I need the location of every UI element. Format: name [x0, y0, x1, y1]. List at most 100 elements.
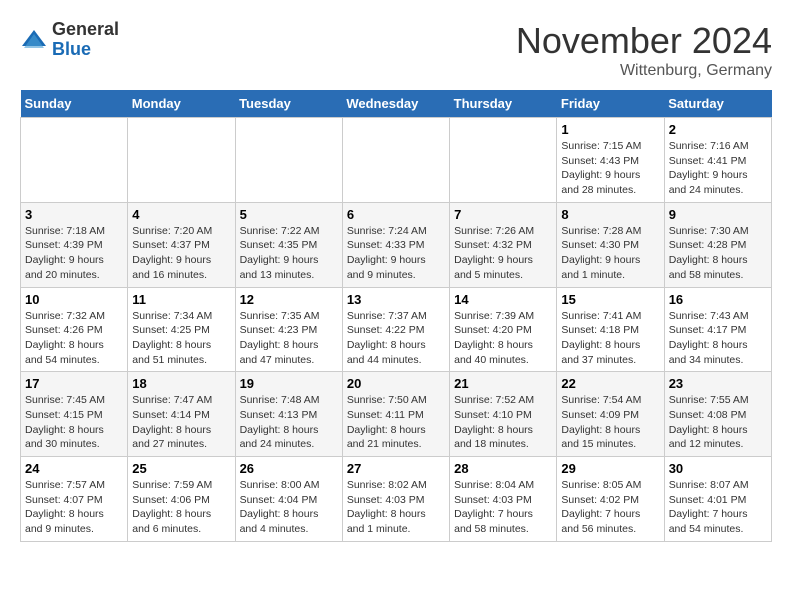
day-info: Sunrise: 7:30 AM Sunset: 4:28 PM Dayligh… — [669, 224, 767, 283]
day-number: 12 — [240, 292, 338, 307]
calendar-cell: 7Sunrise: 7:26 AM Sunset: 4:32 PM Daylig… — [450, 202, 557, 287]
day-number: 8 — [561, 207, 659, 222]
day-info: Sunrise: 7:15 AM Sunset: 4:43 PM Dayligh… — [561, 139, 659, 198]
day-info: Sunrise: 7:18 AM Sunset: 4:39 PM Dayligh… — [25, 224, 123, 283]
calendar-cell — [21, 118, 128, 203]
calendar-cell: 25Sunrise: 7:59 AM Sunset: 4:06 PM Dayli… — [128, 457, 235, 542]
day-number: 5 — [240, 207, 338, 222]
day-number: 22 — [561, 376, 659, 391]
page-header: General Blue November 2024 Wittenburg, G… — [20, 20, 772, 80]
day-info: Sunrise: 7:47 AM Sunset: 4:14 PM Dayligh… — [132, 393, 230, 452]
day-number: 14 — [454, 292, 552, 307]
calendar-cell: 11 Sunrise: 7:34 AM Sunset: 4:25 PM Dayli… — [128, 287, 235, 372]
day-number: 21 — [454, 376, 552, 391]
calendar-cell: 21 Sunrise: 7:52 AM Sunset: 4:10 PM Dayli… — [450, 372, 557, 457]
day-info: Sunrise: 7:35 AM Sunset: 4:23 PM Dayligh… — [240, 309, 338, 368]
calendar-week-1: 3 Sunrise: 7:18 AM Sunset: 4:39 PM Daylig… — [21, 202, 772, 287]
day-number: 27 — [347, 461, 445, 476]
day-number: 13 — [347, 292, 445, 307]
day-number: 29 — [561, 461, 659, 476]
calendar-header-row: SundayMondayTuesdayWednesdayThursdayFrid… — [21, 90, 772, 118]
day-info: Sunrise: 8:02 AM Sunset: 4:03 PM Dayligh… — [347, 478, 445, 537]
calendar-cell: 6Sunrise: 7:24 AM Sunset: 4:33 PM Daylig… — [342, 202, 449, 287]
day-info: Sunrise: 7:32 AM Sunset: 4:26 PM Dayligh… — [25, 309, 123, 368]
day-info: Sunrise: 7:41 AM Sunset: 4:18 PM Dayligh… — [561, 309, 659, 368]
day-number: 18 — [132, 376, 230, 391]
calendar-cell — [128, 118, 235, 203]
calendar-cell: 5Sunrise: 7:22 AM Sunset: 4:35 PM Daylig… — [235, 202, 342, 287]
calendar-cell: 12 Sunrise: 7:35 AM Sunset: 4:23 PM Dayli… — [235, 287, 342, 372]
day-info: Sunrise: 7:50 AM Sunset: 4:11 PM Dayligh… — [347, 393, 445, 452]
day-number: 3 — [25, 207, 123, 222]
calendar-cell: 24 Sunrise: 7:57 AM Sunset: 4:07 PM Dayli… — [21, 457, 128, 542]
calendar-cell: 9Sunrise: 7:30 AM Sunset: 4:28 PM Daylig… — [664, 202, 771, 287]
calendar-week-2: 10 Sunrise: 7:32 AM Sunset: 4:26 PM Dayli… — [21, 287, 772, 372]
calendar-body: 1 Sunrise: 7:15 AM Sunset: 4:43 PM Daylig… — [21, 118, 772, 542]
calendar-cell: 16 Sunrise: 7:43 AM Sunset: 4:17 PM Dayli… — [664, 287, 771, 372]
calendar-cell: 8 Sunrise: 7:28 AM Sunset: 4:30 PM Daylig… — [557, 202, 664, 287]
calendar-cell: 13 Sunrise: 7:37 AM Sunset: 4:22 PM Dayli… — [342, 287, 449, 372]
day-number: 20 — [347, 376, 445, 391]
logo-text: General Blue — [52, 20, 119, 60]
calendar-cell — [450, 118, 557, 203]
day-number: 1 — [561, 122, 659, 137]
day-info: Sunrise: 7:39 AM Sunset: 4:20 PM Dayligh… — [454, 309, 552, 368]
day-info: Sunrise: 7:45 AM Sunset: 4:15 PM Dayligh… — [25, 393, 123, 452]
day-number: 11 — [132, 292, 230, 307]
header-monday: Monday — [128, 90, 235, 118]
title-section: November 2024 Wittenburg, Germany — [516, 20, 772, 80]
location-title: Wittenburg, Germany — [516, 62, 772, 80]
day-info: Sunrise: 7:57 AM Sunset: 4:07 PM Dayligh… — [25, 478, 123, 537]
calendar-cell: 26 Sunrise: 8:00 AM Sunset: 4:04 PM Dayli… — [235, 457, 342, 542]
day-info: Sunrise: 7:28 AM Sunset: 4:30 PM Dayligh… — [561, 224, 659, 283]
day-number: 10 — [25, 292, 123, 307]
calendar-cell: 23Sunrise: 7:55 AM Sunset: 4:08 PM Dayli… — [664, 372, 771, 457]
header-saturday: Saturday — [664, 90, 771, 118]
day-number: 24 — [25, 461, 123, 476]
day-info: Sunrise: 8:05 AM Sunset: 4:02 PM Dayligh… — [561, 478, 659, 537]
day-number: 25 — [132, 461, 230, 476]
day-number: 6 — [347, 207, 445, 222]
month-title: November 2024 — [516, 20, 772, 62]
calendar-cell: 10 Sunrise: 7:32 AM Sunset: 4:26 PM Dayli… — [21, 287, 128, 372]
day-info: Sunrise: 7:16 AM Sunset: 4:41 PM Dayligh… — [669, 139, 767, 198]
day-number: 19 — [240, 376, 338, 391]
day-number: 17 — [25, 376, 123, 391]
calendar-cell: 2Sunrise: 7:16 AM Sunset: 4:41 PM Daylig… — [664, 118, 771, 203]
header-sunday: Sunday — [21, 90, 128, 118]
day-info: Sunrise: 7:52 AM Sunset: 4:10 PM Dayligh… — [454, 393, 552, 452]
logo-general: General — [52, 20, 119, 40]
calendar-cell: 17 Sunrise: 7:45 AM Sunset: 4:15 PM Dayli… — [21, 372, 128, 457]
calendar-cell: 30Sunrise: 8:07 AM Sunset: 4:01 PM Dayli… — [664, 457, 771, 542]
calendar-cell — [235, 118, 342, 203]
calendar-cell: 20 Sunrise: 7:50 AM Sunset: 4:11 PM Dayli… — [342, 372, 449, 457]
header-thursday: Thursday — [450, 90, 557, 118]
day-info: Sunrise: 8:00 AM Sunset: 4:04 PM Dayligh… — [240, 478, 338, 537]
header-friday: Friday — [557, 90, 664, 118]
calendar-cell: 27 Sunrise: 8:02 AM Sunset: 4:03 PM Dayli… — [342, 457, 449, 542]
day-number: 16 — [669, 292, 767, 307]
day-info: Sunrise: 7:37 AM Sunset: 4:22 PM Dayligh… — [347, 309, 445, 368]
logo: General Blue — [20, 20, 119, 60]
day-info: Sunrise: 7:43 AM Sunset: 4:17 PM Dayligh… — [669, 309, 767, 368]
calendar-cell: 28Sunrise: 8:04 AM Sunset: 4:03 PM Dayli… — [450, 457, 557, 542]
calendar-cell: 19 Sunrise: 7:48 AM Sunset: 4:13 PM Dayli… — [235, 372, 342, 457]
day-number: 15 — [561, 292, 659, 307]
day-info: Sunrise: 7:48 AM Sunset: 4:13 PM Dayligh… — [240, 393, 338, 452]
day-info: Sunrise: 7:34 AM Sunset: 4:25 PM Dayligh… — [132, 309, 230, 368]
header-tuesday: Tuesday — [235, 90, 342, 118]
calendar-cell: 18 Sunrise: 7:47 AM Sunset: 4:14 PM Dayli… — [128, 372, 235, 457]
day-number: 26 — [240, 461, 338, 476]
calendar-cell: 1 Sunrise: 7:15 AM Sunset: 4:43 PM Daylig… — [557, 118, 664, 203]
calendar-cell: 29 Sunrise: 8:05 AM Sunset: 4:02 PM Dayli… — [557, 457, 664, 542]
calendar-cell: 15 Sunrise: 7:41 AM Sunset: 4:18 PM Dayli… — [557, 287, 664, 372]
calendar-cell: 14 Sunrise: 7:39 AM Sunset: 4:20 PM Dayli… — [450, 287, 557, 372]
calendar-cell: 22Sunrise: 7:54 AM Sunset: 4:09 PM Dayli… — [557, 372, 664, 457]
day-info: Sunrise: 7:20 AM Sunset: 4:37 PM Dayligh… — [132, 224, 230, 283]
calendar-table: SundayMondayTuesdayWednesdayThursdayFrid… — [20, 90, 772, 542]
day-number: 7 — [454, 207, 552, 222]
calendar-week-0: 1 Sunrise: 7:15 AM Sunset: 4:43 PM Daylig… — [21, 118, 772, 203]
calendar-week-4: 24 Sunrise: 7:57 AM Sunset: 4:07 PM Dayli… — [21, 457, 772, 542]
day-info: Sunrise: 8:04 AM Sunset: 4:03 PM Dayligh… — [454, 478, 552, 537]
day-number: 4 — [132, 207, 230, 222]
